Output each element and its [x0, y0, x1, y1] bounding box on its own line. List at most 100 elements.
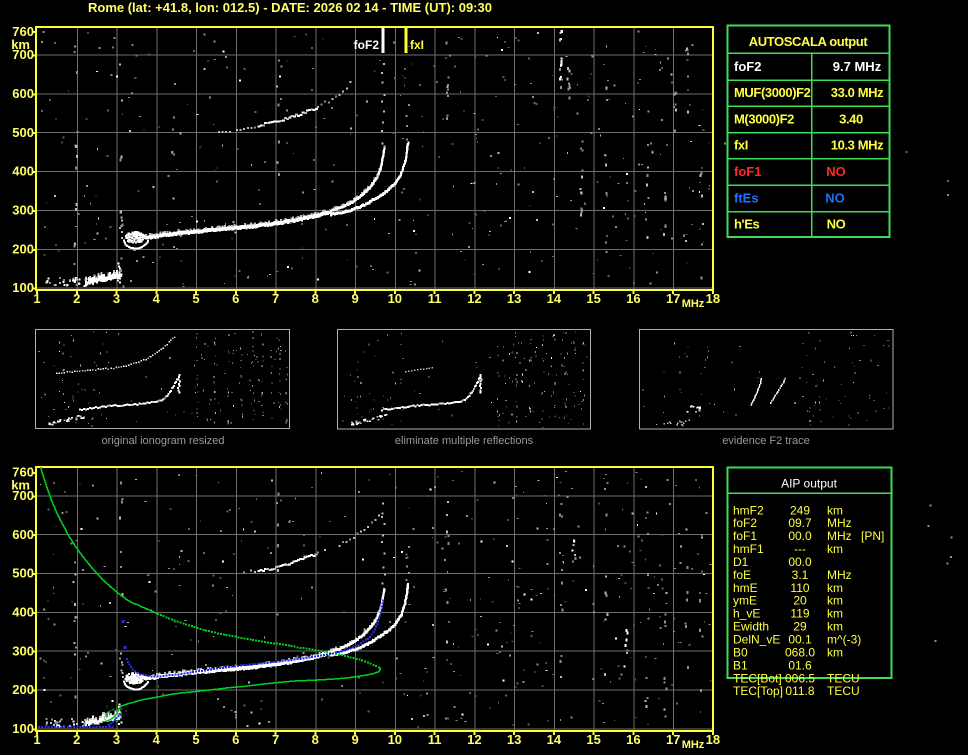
svg-text:11: 11 — [428, 291, 442, 306]
svg-text:29: 29 — [793, 620, 807, 634]
svg-text:9: 9 — [351, 732, 358, 747]
svg-text:B0: B0 — [733, 645, 748, 659]
svg-text:16: 16 — [626, 291, 640, 306]
svg-text:[PN]: [PN] — [861, 529, 884, 543]
svg-text:km: km — [827, 542, 843, 556]
svg-text:500: 500 — [12, 566, 34, 581]
svg-text:h_vE: h_vE — [733, 607, 760, 621]
svg-text:14: 14 — [547, 732, 562, 747]
svg-text:hmF1: hmF1 — [733, 542, 764, 556]
svg-text:249: 249 — [790, 503, 810, 517]
svg-text:3: 3 — [113, 732, 120, 747]
svg-text:AUTOSCALA output: AUTOSCALA output — [749, 34, 869, 49]
svg-text:fxI: fxI — [410, 38, 424, 52]
svg-text:110: 110 — [790, 581, 809, 595]
svg-text:TECU: TECU — [827, 671, 860, 685]
svg-text:km: km — [827, 503, 843, 517]
svg-text:7: 7 — [272, 732, 279, 747]
svg-text:9: 9 — [351, 291, 358, 306]
svg-text:NO: NO — [827, 217, 846, 232]
svg-text:12: 12 — [467, 732, 481, 747]
svg-text:MHz: MHz — [827, 516, 852, 530]
svg-text:00.0: 00.0 — [788, 555, 812, 569]
svg-text:---: --- — [794, 542, 806, 556]
svg-text:AIP output: AIP output — [781, 477, 837, 491]
svg-text:7: 7 — [272, 291, 279, 306]
svg-text:8: 8 — [312, 291, 319, 306]
svg-text:3.1: 3.1 — [792, 568, 809, 582]
svg-text:MHz: MHz — [682, 298, 705, 310]
svg-text:2: 2 — [73, 291, 80, 306]
svg-text:600: 600 — [12, 86, 34, 101]
svg-text:m^(-3): m^(-3) — [827, 633, 861, 647]
svg-text:6: 6 — [232, 732, 239, 747]
svg-text:00.1: 00.1 — [788, 633, 812, 647]
svg-text:006.5: 006.5 — [785, 671, 815, 685]
svg-text:700: 700 — [12, 47, 34, 62]
svg-text:MHz: MHz — [682, 739, 705, 751]
svg-text:18: 18 — [706, 291, 720, 306]
svg-text:13: 13 — [507, 732, 521, 747]
svg-text:B1: B1 — [733, 658, 748, 672]
svg-text:ftEs: ftEs — [734, 190, 759, 205]
svg-text:foF2: foF2 — [733, 516, 757, 530]
svg-text:1: 1 — [33, 732, 40, 747]
svg-text:00.0: 00.0 — [788, 529, 812, 543]
svg-text:15: 15 — [586, 732, 600, 747]
svg-text:foE: foE — [733, 568, 751, 582]
svg-text:200: 200 — [12, 241, 34, 256]
svg-text:100: 100 — [12, 280, 34, 295]
svg-text:DelN_vE: DelN_vE — [733, 633, 780, 647]
svg-text:D1: D1 — [733, 555, 749, 569]
svg-text:400: 400 — [12, 605, 34, 620]
svg-text:5: 5 — [192, 732, 199, 747]
svg-text:4: 4 — [153, 291, 161, 306]
svg-text:MHz: MHz — [827, 529, 852, 543]
svg-text:068.0: 068.0 — [785, 645, 815, 659]
svg-text:TECU: TECU — [827, 684, 860, 698]
svg-text:km: km — [827, 581, 843, 595]
svg-text:17: 17 — [666, 291, 680, 306]
svg-text:1: 1 — [33, 291, 40, 306]
svg-text:10: 10 — [388, 291, 402, 306]
svg-text:400: 400 — [12, 164, 34, 179]
svg-text:011.8: 011.8 — [785, 684, 814, 698]
svg-text:01.6: 01.6 — [788, 658, 812, 672]
svg-text:eliminate multiple reflections: eliminate multiple reflections — [395, 435, 534, 447]
svg-text:8: 8 — [312, 732, 319, 747]
svg-text:9.7 MHz: 9.7 MHz — [833, 59, 882, 74]
svg-text:Rome (lat: +41.8, lon: 012.5): Rome (lat: +41.8, lon: 012.5) - DATE: 20… — [88, 0, 492, 15]
svg-text:fxI: fxI — [734, 138, 748, 153]
svg-text:33.0 MHz: 33.0 MHz — [831, 85, 884, 100]
svg-text:15: 15 — [586, 291, 600, 306]
svg-text:NO: NO — [826, 164, 846, 179]
svg-text:hmE: hmE — [733, 581, 758, 595]
svg-text:5: 5 — [192, 291, 199, 306]
svg-text:h'Es: h'Es — [734, 217, 760, 232]
svg-text:evidence F2 trace: evidence F2 trace — [722, 435, 809, 447]
svg-text:10.3 MHz: 10.3 MHz — [831, 138, 884, 153]
svg-text:foF1: foF1 — [733, 529, 757, 543]
svg-text:foF1: foF1 — [734, 164, 761, 179]
svg-text:km: km — [827, 645, 843, 659]
svg-text:original ionogram resized: original ionogram resized — [102, 435, 225, 447]
svg-text:18: 18 — [706, 732, 720, 747]
svg-text:km: km — [827, 607, 843, 621]
svg-text:6: 6 — [232, 291, 239, 306]
svg-text:14: 14 — [547, 291, 562, 306]
svg-text:MUF(3000)F2: MUF(3000)F2 — [734, 85, 811, 100]
svg-text:hmF2: hmF2 — [733, 503, 764, 517]
svg-text:300: 300 — [12, 643, 34, 658]
svg-text:13: 13 — [507, 291, 521, 306]
svg-text:12: 12 — [467, 291, 481, 306]
svg-text:16: 16 — [626, 732, 640, 747]
svg-text:200: 200 — [12, 682, 34, 697]
svg-text:3.40: 3.40 — [839, 111, 863, 126]
svg-text:NO: NO — [825, 190, 845, 205]
svg-text:20: 20 — [793, 594, 807, 608]
svg-text:2: 2 — [73, 732, 80, 747]
svg-text:17: 17 — [666, 732, 680, 747]
svg-text:3: 3 — [113, 291, 120, 306]
svg-text:TEC[Top]: TEC[Top] — [733, 684, 783, 698]
svg-text:Ewidth: Ewidth — [733, 620, 769, 634]
